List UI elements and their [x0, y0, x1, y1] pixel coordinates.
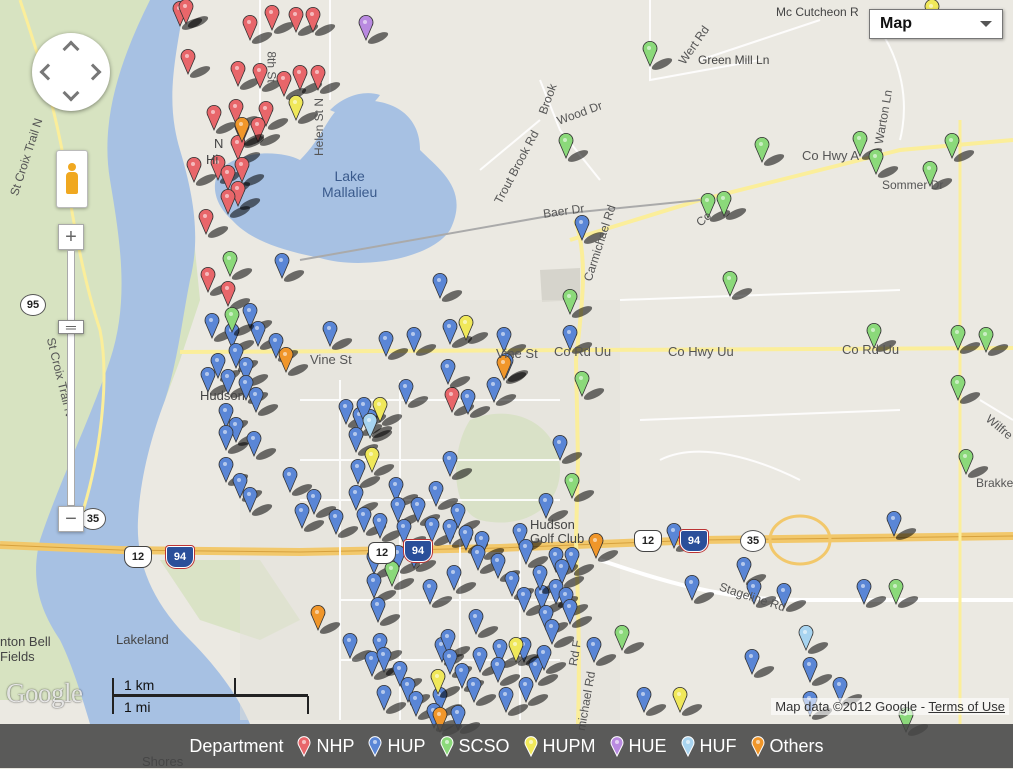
scale-tick [234, 678, 236, 695]
legend-label: HUP [387, 735, 426, 756]
pan-down-icon[interactable] [62, 84, 80, 102]
route-shield-94-right: 94 [680, 530, 708, 552]
zoom-slider-track[interactable] [67, 250, 75, 506]
legend-label: HUE [628, 735, 667, 756]
street-view-pegman-icon[interactable] [56, 150, 88, 208]
pan-right-icon[interactable] [84, 63, 102, 81]
pan-left-icon[interactable] [39, 63, 57, 81]
scale-tick [307, 696, 309, 714]
legend-label: HUPM [542, 735, 596, 756]
map-pin-icon [610, 736, 623, 757]
route-shield-35-right: 35 [740, 530, 766, 552]
zoom-out-button[interactable]: − [58, 506, 84, 532]
legend-label: NHP [316, 735, 355, 756]
scale-bar: 1 km 1 mi [112, 676, 312, 716]
pan-control[interactable] [32, 33, 110, 111]
route-shield-12-right: 12 [634, 530, 662, 552]
route-shield-12-left: 12 [124, 546, 152, 568]
scale-km-label: 1 km [124, 677, 155, 693]
department-legend: Department NHP HUP SCSO HUPM HUE HUF Oth… [0, 724, 1013, 768]
legend-item-nhp: NHP [297, 735, 354, 757]
map-data-text: Map data ©2012 Google - [775, 699, 926, 714]
pan-up-icon[interactable] [62, 40, 80, 58]
map-attribution: Map data ©2012 Google - Terms of Use [771, 698, 1009, 715]
map-type-label: Map [880, 15, 912, 32]
legend-item-huf: HUF [681, 735, 737, 757]
legend-item-hup: HUP [368, 735, 426, 757]
legend-title: Department [189, 735, 284, 756]
pegman-body [66, 172, 78, 194]
map-pin-icon [369, 736, 382, 757]
route-shield-12-mid: 12 [368, 542, 396, 564]
chevron-down-icon [980, 21, 992, 27]
zoom-control: + ═ − [58, 224, 84, 534]
legend-item-hue: HUE [610, 735, 667, 757]
pegman-head [68, 163, 76, 171]
zoom-slider-thumb[interactable]: ═ [58, 319, 84, 335]
scale-tick [112, 678, 114, 714]
legend-item-others: Others [751, 735, 824, 757]
map-pin-icon [297, 736, 311, 757]
map-pin-icon [751, 736, 765, 757]
google-logo[interactable]: Google [6, 678, 83, 709]
route-shield-95: 95 [20, 294, 46, 316]
map-pin-icon [440, 736, 453, 757]
scale-line [112, 694, 308, 697]
legend-label: SCSO [458, 735, 510, 756]
zoom-in-button[interactable]: + [58, 224, 84, 250]
route-shield-94-mid: 94 [404, 540, 432, 562]
legend-item-hupm: HUPM [524, 735, 596, 757]
map-pin-icon [524, 736, 537, 757]
scale-mi-label: 1 mi [124, 699, 151, 715]
route-shield-94-left: 94 [166, 546, 194, 568]
map-canvas[interactable] [0, 0, 1013, 768]
map-pin-icon [681, 736, 695, 757]
legend-label: HUF [699, 735, 737, 756]
terms-of-use-link[interactable]: Terms of Use [928, 699, 1005, 714]
legend-label: Others [769, 735, 824, 756]
legend-item-scso: SCSO [440, 735, 510, 757]
map-type-dropdown[interactable]: Map [869, 9, 1003, 39]
